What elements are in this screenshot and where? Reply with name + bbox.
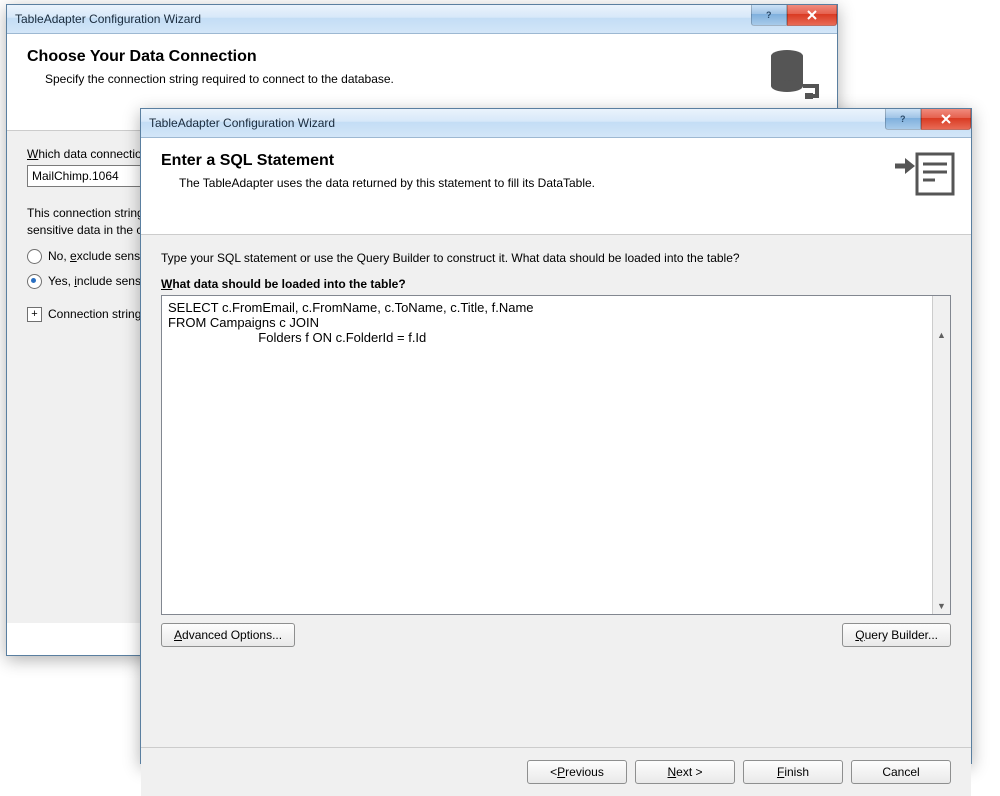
scroll-up-icon[interactable]: ▲ <box>933 326 950 343</box>
help-button[interactable]: ? <box>751 5 787 26</box>
finish-button[interactable]: Finish <box>743 760 843 784</box>
svg-text:?: ? <box>900 114 906 124</box>
expand-icon[interactable]: + <box>27 307 42 322</box>
close-icon <box>806 9 818 21</box>
front-header: Enter a SQL Statement The TableAdapter u… <box>141 138 971 235</box>
sql-text: SELECT c.FromEmail, c.FromName, c.ToName… <box>168 300 534 345</box>
scroll-down-icon[interactable]: ▼ <box>933 597 950 614</box>
help-icon: ? <box>763 9 775 21</box>
database-icon <box>759 44 823 111</box>
next-button[interactable]: Next > <box>635 760 735 784</box>
back-subheading: Specify the connection string required t… <box>27 72 817 86</box>
close-button[interactable] <box>921 109 971 130</box>
back-titlebar[interactable]: TableAdapter Configuration Wizard ? <box>7 5 837 34</box>
cancel-button[interactable]: Cancel <box>851 760 951 784</box>
advanced-options-button[interactable]: Advanced Options... <box>161 623 295 647</box>
front-titlebar[interactable]: TableAdapter Configuration Wizard ? <box>141 109 971 138</box>
instruction-text: Type your SQL statement or use the Query… <box>161 251 951 265</box>
back-heading: Choose Your Data Connection <box>27 48 817 66</box>
sql-icon <box>893 148 957 203</box>
back-title-text: TableAdapter Configuration Wizard <box>15 12 201 26</box>
radio-no[interactable] <box>27 249 42 264</box>
front-wizard-window: TableAdapter Configuration Wizard ? Ente… <box>140 108 972 764</box>
close-icon <box>940 113 952 125</box>
front-title-text: TableAdapter Configuration Wizard <box>149 116 335 130</box>
help-icon: ? <box>897 113 909 125</box>
question-label: What data should be loaded into the tabl… <box>161 277 951 291</box>
close-button[interactable] <box>787 5 837 26</box>
scrollbar[interactable]: ▲ ▼ <box>932 296 950 614</box>
sql-textarea[interactable]: SELECT c.FromEmail, c.FromName, c.ToName… <box>161 295 951 615</box>
front-subheading: The TableAdapter uses the data returned … <box>161 176 951 190</box>
previous-button[interactable]: < Previous <box>527 760 627 784</box>
radio-yes[interactable] <box>27 274 42 289</box>
svg-text:?: ? <box>766 10 772 20</box>
query-builder-button[interactable]: Query Builder... <box>842 623 951 647</box>
front-heading: Enter a SQL Statement <box>161 152 951 170</box>
front-content: Type your SQL statement or use the Query… <box>141 235 971 747</box>
help-button[interactable]: ? <box>885 109 921 130</box>
